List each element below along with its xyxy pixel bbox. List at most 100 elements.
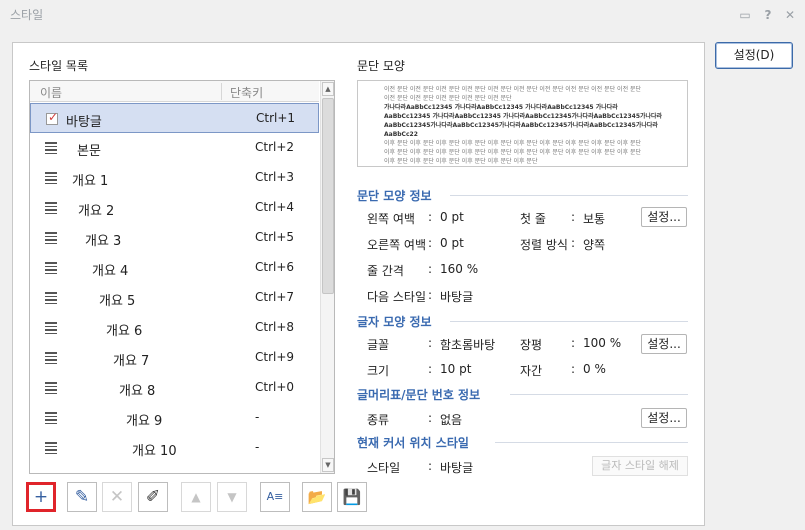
delete-style-button[interactable]: ✕ <box>102 482 132 512</box>
next-style-value: 바탕글 <box>440 290 474 304</box>
scroll-down-arrow-icon[interactable]: ▼ <box>322 458 334 472</box>
style-name: 개요 6 <box>106 324 143 339</box>
colon: : <box>571 362 576 376</box>
next-style-label: 다음 스타일 <box>367 290 427 304</box>
line-spacing-value: 160 % <box>440 262 479 276</box>
cursor-style-value: 바탕글 <box>440 461 474 475</box>
paragraph-style-icon <box>45 202 57 214</box>
style-shortcut: Ctrl+1 <box>256 111 296 125</box>
style-shortcut: Ctrl+3 <box>255 170 295 184</box>
paragraph-style-icon <box>45 292 57 304</box>
colon: : <box>571 210 576 224</box>
style-list-item[interactable]: 개요 9 - <box>30 403 319 433</box>
colon: : <box>428 336 433 350</box>
paragraph-settings-button[interactable]: 설정... <box>641 207 687 227</box>
paragraph-style-icon <box>45 352 57 364</box>
preview-line: 이후 문단 이후 문단 이후 문단 이후 문단 이후 문단 이후 문단 <box>384 158 538 165</box>
style-list-item[interactable]: 개요 6 Ctrl+8 <box>30 313 319 343</box>
style-shortcut: Ctrl+9 <box>255 350 295 364</box>
paragraph-style-icon <box>45 262 57 274</box>
style-list-item[interactable]: 개요 10 - <box>30 433 319 463</box>
style-shortcut: - <box>255 410 260 424</box>
move-up-button[interactable]: ▲ <box>181 482 211 512</box>
add-style-button[interactable]: + <box>26 482 56 512</box>
save-style-file-button[interactable]: 💾 <box>337 482 367 512</box>
scroll-thumb[interactable] <box>322 98 334 294</box>
bullet-settings-button[interactable]: 설정... <box>641 408 687 428</box>
release-char-style-button[interactable]: 글자 스타일 해제 <box>592 456 688 476</box>
style-list-item[interactable]: 개요 2 Ctrl+4 <box>30 193 319 223</box>
style-name: 바탕글 <box>66 115 102 130</box>
style-shortcut: Ctrl+4 <box>255 200 295 214</box>
preview-line: 이전 문단 이전 문단 이전 문단 이전 문단 이전 문단 <box>384 95 512 102</box>
bullet-info-title: 글머리표/문단 번호 정보 <box>357 388 481 402</box>
style-rows: 바탕글Ctrl+1본문Ctrl+2개요 1Ctrl+3개요 2Ctrl+4개요 … <box>30 103 319 463</box>
right-margin-label: 오른쪽 여백 <box>367 238 427 252</box>
style-name: 개요 3 <box>85 234 122 249</box>
replace-style-button[interactable]: ✐ <box>138 482 168 512</box>
align-value: 양쪽 <box>583 238 606 252</box>
style-name: 개요 10 <box>132 444 177 459</box>
help-icon[interactable]: ? <box>761 7 775 23</box>
style-list-item[interactable]: 본문 Ctrl+2 <box>30 133 319 163</box>
settings-button[interactable]: 설정(D) <box>715 42 793 69</box>
style-list-item[interactable]: 개요 3 Ctrl+5 <box>30 223 319 253</box>
paragraph-style-icon <box>45 442 57 454</box>
window-title: 스타일 <box>10 8 44 22</box>
checked-style-icon <box>46 110 58 125</box>
column-divider <box>221 83 222 100</box>
colon: : <box>571 236 576 250</box>
preview-line: 이후 문단 이후 문단 이후 문단 이후 문단 이후 문단 이후 문단 이후 문… <box>384 149 642 156</box>
column-name-header[interactable]: 이름 <box>40 84 62 101</box>
preview-line: AaBbCc22 <box>384 131 418 138</box>
font-label: 글꼴 <box>367 338 390 352</box>
import-style-button[interactable]: A≡ <box>260 482 290 512</box>
preview-label: 문단 모양 <box>357 59 405 73</box>
scroll-up-arrow-icon[interactable]: ▲ <box>322 82 334 96</box>
style-name: 개요 1 <box>72 174 109 189</box>
edit-style-button[interactable]: ✎ <box>67 482 97 512</box>
right-margin-value: 0 pt <box>440 236 464 250</box>
style-list-header: 이름 단축키 <box>30 81 319 102</box>
divider <box>450 321 688 322</box>
divider <box>495 442 688 443</box>
colon: : <box>428 411 433 425</box>
paragraph-style-icon <box>45 412 57 424</box>
style-list-item[interactable]: 개요 5 Ctrl+7 <box>30 283 319 313</box>
bullet-type-value: 없음 <box>440 413 463 427</box>
style-list-item[interactable]: 개요 7 Ctrl+9 <box>30 343 319 373</box>
paragraph-info-title: 문단 모양 정보 <box>357 189 432 203</box>
style-list-item[interactable]: 개요 4 Ctrl+6 <box>30 253 319 283</box>
column-key-header[interactable]: 단축키 <box>230 84 263 101</box>
style-shortcut: Ctrl+6 <box>255 260 295 274</box>
preview-line: AaBbCc12345 가나다라AaBbCc12345 가나다라AaBbCc12… <box>384 113 663 120</box>
open-style-file-button[interactable]: 📂 <box>302 482 332 512</box>
style-shortcut: Ctrl+2 <box>255 140 295 154</box>
style-list-label: 스타일 목록 <box>29 59 89 73</box>
vertical-scrollbar[interactable]: ▲ ▼ <box>320 81 334 473</box>
paragraph-style-icon <box>45 382 57 394</box>
colon: : <box>571 336 576 350</box>
width-value: 100 % <box>583 336 622 350</box>
style-list[interactable]: 이름 단축키 바탕글 Ctrl+1 본문 Ctrl+2 개요 1 Ctrl+3 개요 2 Ct… <box>29 80 335 474</box>
paragraph-preview: 이전 문단 이전 문단 이전 문단 이전 문단 이전 문단 이전 문단 이전 문… <box>357 80 688 167</box>
colon: : <box>428 262 433 276</box>
style-list-item[interactable]: 바탕글 Ctrl+1 <box>30 103 319 133</box>
style-name: 개요 2 <box>78 204 115 219</box>
move-down-button[interactable]: ▼ <box>217 482 247 512</box>
style-name: 개요 9 <box>126 414 163 429</box>
divider <box>510 394 688 395</box>
cursor-info-title: 현재 커서 위치 스타일 <box>357 436 469 450</box>
first-line-value: 보통 <box>583 212 606 226</box>
style-list-item[interactable]: 개요 8 Ctrl+0 <box>30 373 319 403</box>
cursor-style-label: 스타일 <box>367 461 401 475</box>
left-margin-value: 0 pt <box>440 210 464 224</box>
close-icon[interactable]: ✕ <box>783 7 797 23</box>
preview-line: 이전 문단 이전 문단 이전 문단 이전 문단 이전 문단 이전 문단 이전 문… <box>384 86 642 93</box>
spacing-value: 0 % <box>583 362 606 376</box>
char-settings-button[interactable]: 설정... <box>641 334 687 354</box>
paragraph-style-icon <box>45 232 57 244</box>
style-list-item[interactable]: 개요 1 Ctrl+3 <box>30 163 319 193</box>
preview-line: 가나다라AaBbCc12345 가나다라AaBbCc12345 가나다라AaBb… <box>384 104 618 111</box>
chat-icon[interactable]: ▭ <box>738 7 752 23</box>
